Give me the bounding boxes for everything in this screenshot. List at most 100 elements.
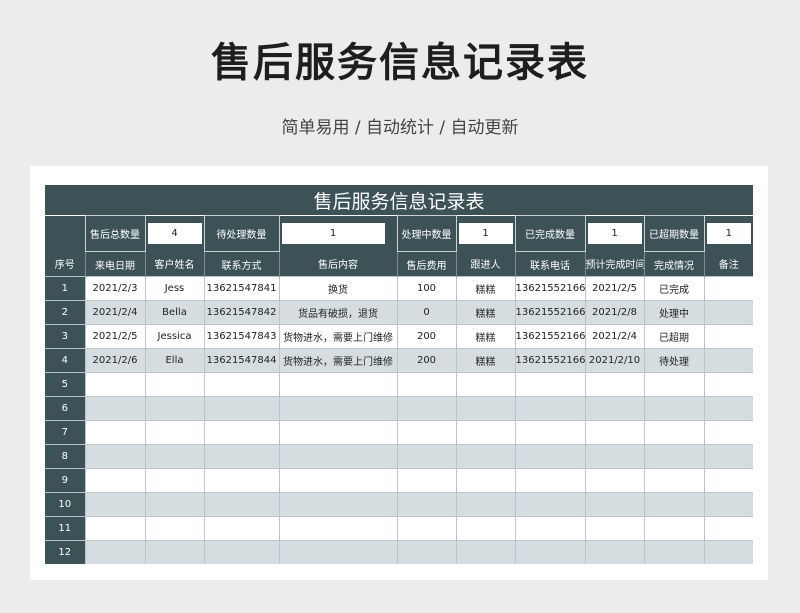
col-customer-cell[interactable] xyxy=(144,396,204,421)
col-content-cell[interactable] xyxy=(278,540,397,564)
col-customer-cell[interactable] xyxy=(144,540,204,564)
col-customer-cell[interactable]: Jess xyxy=(144,276,204,301)
col-eta-cell[interactable] xyxy=(584,540,644,564)
col-call-date-cell[interactable] xyxy=(84,516,145,541)
col-eta-cell[interactable]: 2021/2/5 xyxy=(584,276,644,301)
col-notes-cell[interactable] xyxy=(703,468,753,493)
col-phone-cell[interactable] xyxy=(514,372,585,397)
col-status-cell[interactable]: 已超期 xyxy=(643,324,704,349)
col-follower-cell[interactable] xyxy=(455,492,515,517)
col-follower-cell[interactable]: 糕糕 xyxy=(455,300,515,325)
col-customer-cell[interactable] xyxy=(144,420,204,445)
col-content-cell[interactable]: 换货 xyxy=(278,276,397,301)
col-notes-cell[interactable] xyxy=(703,540,753,564)
col-notes-cell[interactable] xyxy=(703,492,753,517)
col-customer-cell[interactable]: Ella xyxy=(144,348,204,373)
col-follower-cell[interactable] xyxy=(455,420,515,445)
col-contact-cell[interactable]: 13621547841 xyxy=(203,276,279,301)
col-phone-cell[interactable] xyxy=(514,420,585,445)
col-index-cell[interactable]: 3 xyxy=(45,324,85,349)
col-fee-cell[interactable] xyxy=(396,516,456,541)
col-call-date-cell[interactable] xyxy=(84,468,145,493)
col-index-cell[interactable]: 12 xyxy=(45,540,85,564)
col-eta-cell[interactable] xyxy=(584,492,644,517)
col-fee-cell[interactable] xyxy=(396,492,456,517)
col-customer-cell[interactable] xyxy=(144,372,204,397)
col-index-cell[interactable]: 5 xyxy=(45,372,85,397)
col-notes-cell[interactable] xyxy=(703,372,753,397)
col-call-date-cell[interactable] xyxy=(84,420,145,445)
col-phone-cell[interactable]: 13621552166 xyxy=(514,276,585,301)
col-eta-cell[interactable]: 2021/2/10 xyxy=(584,348,644,373)
col-call-date-cell[interactable]: 2021/2/6 xyxy=(84,348,145,373)
col-index-cell[interactable]: 4 xyxy=(45,348,85,373)
col-contact-cell[interactable] xyxy=(203,516,279,541)
col-phone-cell[interactable] xyxy=(514,492,585,517)
col-contact-cell[interactable] xyxy=(203,540,279,564)
col-phone-cell[interactable] xyxy=(514,516,585,541)
col-eta-cell[interactable] xyxy=(584,444,644,469)
col-notes-cell[interactable] xyxy=(703,348,753,373)
col-eta-cell[interactable] xyxy=(584,372,644,397)
col-fee-cell[interactable]: 200 xyxy=(396,324,456,349)
col-phone-cell[interactable]: 13621552166 xyxy=(514,324,585,349)
col-notes-cell[interactable] xyxy=(703,300,753,325)
col-content-cell[interactable] xyxy=(278,468,397,493)
col-call-date-cell[interactable] xyxy=(84,540,145,564)
col-status-cell[interactable] xyxy=(643,492,704,517)
col-eta-cell[interactable] xyxy=(584,420,644,445)
col-call-date-cell[interactable] xyxy=(84,372,145,397)
col-call-date-cell[interactable] xyxy=(84,396,145,421)
col-phone-cell[interactable] xyxy=(514,444,585,469)
col-follower-cell[interactable]: 糕糕 xyxy=(455,276,515,301)
col-eta-cell[interactable] xyxy=(584,396,644,421)
col-phone-cell[interactable] xyxy=(514,468,585,493)
col-notes-cell[interactable] xyxy=(703,324,753,349)
col-fee-cell[interactable]: 0 xyxy=(396,300,456,325)
col-content-cell[interactable]: 货物进水，需要上门维修 xyxy=(278,324,397,349)
col-eta-cell[interactable]: 2021/2/8 xyxy=(584,300,644,325)
col-contact-cell[interactable]: 13621547844 xyxy=(203,348,279,373)
col-content-cell[interactable]: 货物进水，需要上门维修 xyxy=(278,348,397,373)
col-call-date-cell[interactable]: 2021/2/5 xyxy=(84,324,145,349)
col-follower-cell[interactable]: 糕糕 xyxy=(455,348,515,373)
col-fee-cell[interactable] xyxy=(396,540,456,564)
col-status-cell[interactable]: 处理中 xyxy=(643,300,704,325)
col-phone-cell[interactable] xyxy=(514,396,585,421)
col-fee-cell[interactable] xyxy=(396,444,456,469)
col-fee-cell[interactable] xyxy=(396,396,456,421)
col-index-cell[interactable]: 6 xyxy=(45,396,85,421)
col-call-date-cell[interactable]: 2021/2/3 xyxy=(84,276,145,301)
col-index-cell[interactable]: 1 xyxy=(45,276,85,301)
col-status-cell[interactable] xyxy=(643,420,704,445)
col-customer-cell[interactable] xyxy=(144,516,204,541)
col-contact-cell[interactable]: 13621547843 xyxy=(203,324,279,349)
col-follower-cell[interactable] xyxy=(455,396,515,421)
col-fee-cell[interactable] xyxy=(396,420,456,445)
col-contact-cell[interactable] xyxy=(203,444,279,469)
col-eta-cell[interactable] xyxy=(584,468,644,493)
col-contact-cell[interactable] xyxy=(203,372,279,397)
col-index-cell[interactable]: 8 xyxy=(45,444,85,469)
col-phone-cell[interactable]: 13621552166 xyxy=(514,348,585,373)
col-call-date-cell[interactable] xyxy=(84,492,145,517)
col-call-date-cell[interactable] xyxy=(84,444,145,469)
col-content-cell[interactable] xyxy=(278,372,397,397)
col-eta-cell[interactable]: 2021/2/4 xyxy=(584,324,644,349)
col-contact-cell[interactable]: 13621547842 xyxy=(203,300,279,325)
col-fee-cell[interactable] xyxy=(396,372,456,397)
col-content-cell[interactable] xyxy=(278,420,397,445)
col-status-cell[interactable] xyxy=(643,444,704,469)
col-follower-cell[interactable] xyxy=(455,540,515,564)
col-index-cell[interactable]: 11 xyxy=(45,516,85,541)
col-follower-cell[interactable] xyxy=(455,372,515,397)
col-fee-cell[interactable]: 200 xyxy=(396,348,456,373)
col-phone-cell[interactable]: 13621552166 xyxy=(514,300,585,325)
col-customer-cell[interactable] xyxy=(144,492,204,517)
col-customer-cell[interactable] xyxy=(144,468,204,493)
col-status-cell[interactable] xyxy=(643,372,704,397)
col-status-cell[interactable]: 待处理 xyxy=(643,348,704,373)
col-index-cell[interactable]: 2 xyxy=(45,300,85,325)
col-fee-cell[interactable] xyxy=(396,468,456,493)
col-content-cell[interactable] xyxy=(278,444,397,469)
